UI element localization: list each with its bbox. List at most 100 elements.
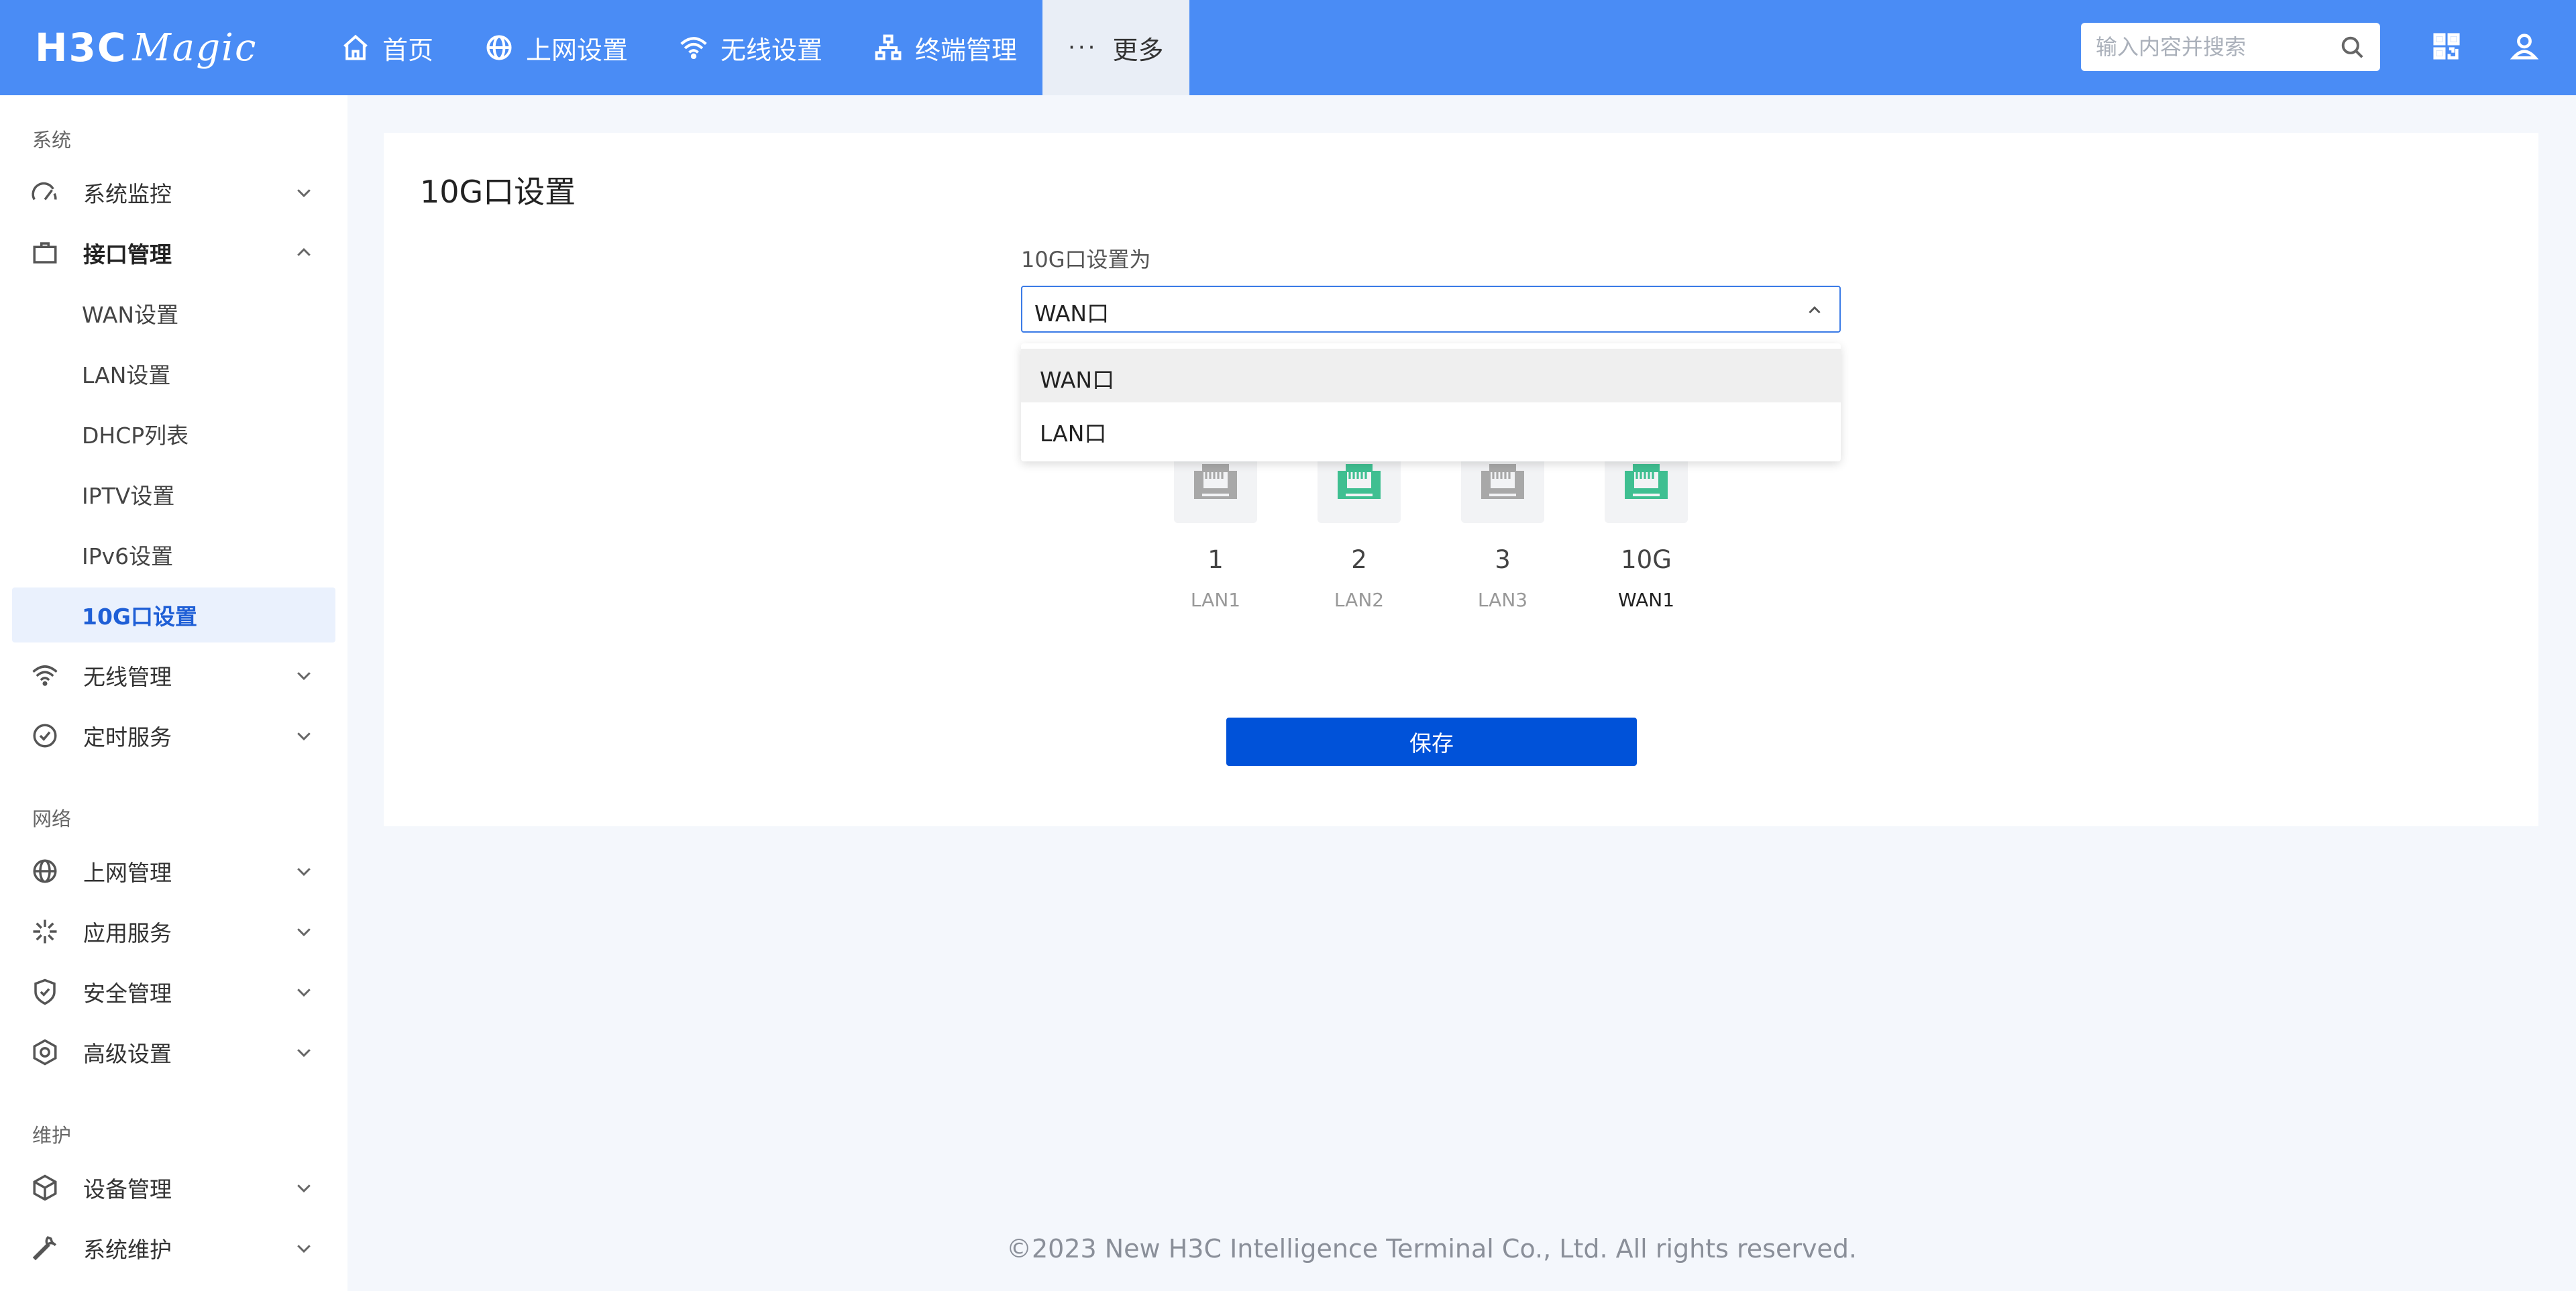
qr-code-icon[interactable] <box>2431 31 2462 62</box>
wifi-icon <box>32 665 58 686</box>
chevron-down-icon <box>297 1184 311 1193</box>
nav-internet-settings-label: 上网设置 <box>526 35 629 65</box>
chevron-down-icon <box>297 732 311 741</box>
port-name: WAN1 <box>1617 589 1675 611</box>
ethernet-port-icon <box>1625 464 1668 499</box>
port-number: 2 <box>1351 545 1367 574</box>
cube-icon <box>33 1174 57 1201</box>
sidebar-item-label: IPTV设置 <box>82 483 175 509</box>
sidebar-item-label: 定时服务 <box>83 724 172 750</box>
sidebar-item-dhcp-list[interactable]: DHCP列表 <box>12 406 335 461</box>
nav-more[interactable]: ··· 更多 <box>1042 0 1189 95</box>
hexagon-settings-icon <box>33 1039 57 1066</box>
search-input[interactable] <box>2094 25 2339 69</box>
nav-internet-settings[interactable]: 上网设置 <box>459 0 653 95</box>
port-name: LAN3 <box>1477 589 1528 611</box>
sidebar-item-lan-settings[interactable]: LAN设置 <box>12 346 335 401</box>
sidebar-item-advanced-settings[interactable]: 高级设置 <box>12 1025 335 1080</box>
sidebar-item-label: IPv6设置 <box>82 543 174 569</box>
chevron-up-icon <box>297 247 311 256</box>
port-mode-dropdown: WAN口 LAN口 <box>1021 343 1841 461</box>
globe-icon <box>486 35 512 60</box>
nav-terminal-management-label: 终端管理 <box>915 35 1018 65</box>
port-name: LAN1 <box>1190 589 1241 611</box>
sparkle-icon <box>33 919 57 944</box>
chevron-down-icon <box>297 672 311 681</box>
sidebar-item-ipv6-settings[interactable]: IPv6设置 <box>12 527 335 582</box>
sidebar-group-network: 网络 <box>32 807 72 830</box>
sidebar-item-10g-port-settings[interactable]: 10G口设置 <box>12 587 335 642</box>
sidebar-item-iptv-settings[interactable]: IPTV设置 <box>12 467 335 522</box>
sidebar-item-app-services[interactable]: 应用服务 <box>12 904 335 959</box>
sidebar-item-interface-management[interactable]: 接口管理 <box>12 225 335 280</box>
copyright-footer: ©2023 New H3C Intelligence Terminal Co.,… <box>1006 1234 1858 1264</box>
port-name: LAN2 <box>1334 589 1385 611</box>
chevron-down-icon <box>297 868 311 877</box>
ethernet-port-icon <box>1338 464 1381 499</box>
shield-check-icon <box>34 978 56 1005</box>
option-lan-port[interactable]: LAN口 <box>1021 402 1841 456</box>
sidebar-item-wan-settings[interactable]: WAN设置 <box>12 286 335 341</box>
sidebar-item-label: 安全管理 <box>83 980 172 1007</box>
nav-terminal-management[interactable]: 终端管理 <box>848 0 1042 95</box>
search-box <box>2081 23 2380 71</box>
port-number: 10G <box>1621 545 1672 574</box>
more-dots-icon: ··· <box>1068 34 1098 61</box>
port-mode-label: 10G口设置为 <box>1021 247 1151 272</box>
network-topology-icon <box>875 34 902 60</box>
sidebar-item-label: 高级设置 <box>83 1041 172 1067</box>
sidebar-item-label: 接口管理 <box>83 241 172 268</box>
save-button[interactable]: 保存 <box>1226 718 1637 766</box>
sidebar: 系统 系统监控 接口管理 WAN设置 LAN设置 DHCP列表 IPTV设置 I… <box>0 95 347 1291</box>
sidebar-group-maintenance: 维护 <box>32 1124 72 1147</box>
home-icon <box>343 34 368 60</box>
settings-card: 10G口设置 10G口设置为 WAN口 WAN口 LAN口 1 LAN1 2 L… <box>384 133 2538 826</box>
port-lan2: 2 LAN2 <box>1318 448 1401 653</box>
sidebar-item-label: DHCP列表 <box>82 423 189 449</box>
sidebar-item-label: 设备管理 <box>83 1176 172 1202</box>
sidebar-item-label: 10G口设置 <box>82 604 198 630</box>
globe-icon <box>33 859 57 883</box>
page-title: 10G口设置 <box>420 174 576 210</box>
sidebar-item-label: LAN设置 <box>82 362 171 388</box>
sidebar-item-security-management[interactable]: 安全管理 <box>12 964 335 1019</box>
logo-sub-text: Magic <box>132 25 258 70</box>
port-wan1-10g: 10G WAN1 <box>1605 448 1688 653</box>
gauge-icon <box>32 182 57 201</box>
nav-more-label: 更多 <box>1112 35 1164 65</box>
search-icon[interactable] <box>2340 35 2365 60</box>
port-mode-select[interactable]: WAN口 <box>1021 286 1841 333</box>
port-number: 3 <box>1495 545 1511 574</box>
sidebar-item-wireless-management[interactable]: 无线管理 <box>12 648 335 703</box>
user-icon[interactable] <box>2509 31 2540 62</box>
chevron-down-icon <box>297 928 311 937</box>
clock-check-icon <box>33 724 57 748</box>
sidebar-item-label: 系统监控 <box>83 181 172 207</box>
ethernet-port-icon <box>1481 464 1524 499</box>
chevron-down-icon <box>297 1049 311 1058</box>
sidebar-item-label: WAN设置 <box>82 302 179 328</box>
port-lan1: 1 LAN1 <box>1174 448 1257 653</box>
sidebar-group-system: 系统 <box>32 129 72 152</box>
chevron-down-icon <box>297 189 311 198</box>
port-mode-selected-value: WAN口 <box>1034 300 1110 327</box>
top-bar: H3C Magic 首页 上网设置 无线设置 终端管理 ··· 更多 <box>0 0 2576 95</box>
nav-wireless-settings[interactable]: 无线设置 <box>653 0 848 95</box>
sidebar-item-device-management[interactable]: 设备管理 <box>12 1160 335 1215</box>
sidebar-item-system-monitor[interactable]: 系统监控 <box>12 165 335 220</box>
chevron-up-icon <box>1809 306 1821 314</box>
briefcase-icon <box>33 242 57 264</box>
sidebar-item-internet-management[interactable]: 上网管理 <box>12 844 335 899</box>
nav-home[interactable]: 首页 <box>315 0 459 95</box>
option-label: LAN口 <box>1040 420 1107 447</box>
nav-wireless-settings-label: 无线设置 <box>720 35 823 65</box>
option-label: WAN口 <box>1040 367 1115 393</box>
port-number: 1 <box>1208 545 1224 574</box>
ethernet-port-icon <box>1194 464 1237 499</box>
h3c-magic-logo[interactable]: H3C Magic <box>35 24 257 71</box>
nav-home-label: 首页 <box>382 35 434 65</box>
wifi-icon <box>680 37 707 60</box>
sidebar-item-scheduled-service[interactable]: 定时服务 <box>12 708 335 763</box>
chevron-down-icon <box>297 989 311 997</box>
option-wan-port[interactable]: WAN口 <box>1021 349 1841 402</box>
